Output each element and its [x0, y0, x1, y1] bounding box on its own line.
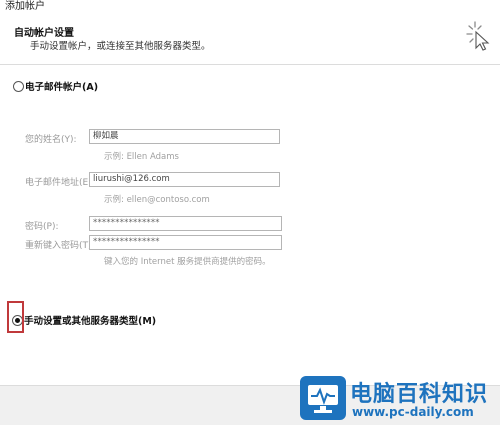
email-label: 电子邮件地址(E):: [25, 178, 95, 188]
watermark: 电脑百科知识 www.pc-daily.com: [300, 374, 500, 424]
password-field[interactable]: ***************: [89, 216, 282, 231]
watermark-url: www.pc-daily.com: [352, 405, 474, 419]
email-account-radio[interactable]: [13, 81, 24, 92]
manual-setup-label[interactable]: 手动设置或其他服务器类型(M): [24, 313, 156, 327]
name-hint: 示例: Ellen Adams: [104, 152, 179, 162]
email-account-label[interactable]: 电子邮件帐户(A): [25, 79, 98, 93]
password-confirm-label: 重新键入密码(T):: [25, 241, 95, 251]
sparkle-cursor-icon: [466, 21, 490, 51]
wizard-header: 自动帐户设置 手动设置帐户，或连接至其他服务器类型。: [0, 14, 500, 65]
header-subtitle: 手动设置帐户，或连接至其他服务器类型。: [30, 41, 211, 52]
name-label: 您的姓名(Y):: [25, 135, 77, 145]
email-field[interactable]: liurushi@126.com: [89, 172, 280, 187]
password-label: 密码(P):: [25, 222, 59, 232]
window-title: 添加帐户: [0, 0, 500, 14]
header-title: 自动帐户设置: [14, 28, 74, 39]
name-field[interactable]: 柳如晨: [89, 129, 280, 144]
wizard-content: 电子邮件帐户(A) 您的姓名(Y): 柳如晨 示例: Ellen Adams 电…: [0, 65, 500, 385]
password-confirm-field[interactable]: ***************: [89, 235, 282, 250]
monitor-logo-icon: [300, 376, 346, 420]
highlight-box: [7, 301, 24, 333]
email-hint: 示例: ellen@contoso.com: [104, 195, 210, 205]
watermark-title: 电脑百科知识: [350, 382, 489, 407]
password-hint: 键入您的 Internet 服务提供商提供的密码。: [104, 257, 271, 267]
